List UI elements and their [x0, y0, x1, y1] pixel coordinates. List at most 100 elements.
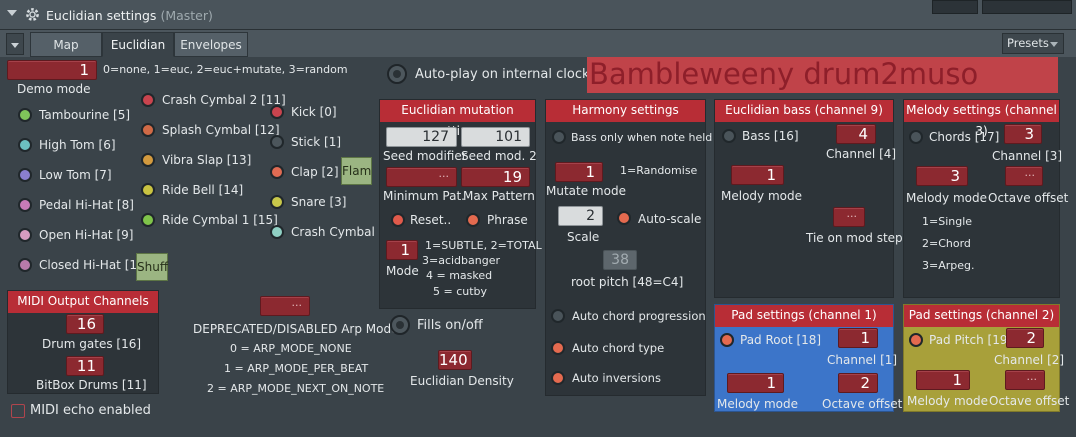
- midi-output-header: MIDI Output Channels: [8, 291, 158, 313]
- window-control[interactable]: [932, 0, 978, 14]
- mode-description: 5 = cutby: [433, 285, 488, 298]
- instrument-led[interactable]: [270, 225, 284, 239]
- menu-dropdown-button[interactable]: [6, 33, 24, 55]
- auto-inversions-led[interactable]: [551, 371, 565, 385]
- instrument-led[interactable]: [18, 168, 32, 182]
- pad2-melody-mode-field[interactable]: 1: [916, 370, 970, 390]
- instrument-label: Crash Cymbal 1: [291, 225, 387, 239]
- mode-description: 3=acidbanger: [422, 254, 501, 267]
- bass-led[interactable]: [722, 129, 736, 143]
- auto-scale-led[interactable]: [617, 211, 631, 225]
- melody-mode-label: Melody mode: [906, 191, 987, 205]
- pad1-octave-field[interactable]: 2: [838, 373, 878, 393]
- density-field[interactable]: 140: [438, 350, 472, 370]
- scale-label: Scale: [567, 230, 600, 244]
- pad2-octave-field[interactable]: ···: [1005, 370, 1045, 390]
- pad-root-led[interactable]: [720, 333, 734, 347]
- tab-euclidian[interactable]: Euclidian: [102, 32, 174, 57]
- instrument-led[interactable]: [141, 183, 155, 197]
- tab-map[interactable]: Map: [30, 32, 102, 57]
- tab-envelopes[interactable]: Envelopes: [174, 32, 248, 57]
- bass-melody-mode-field[interactable]: 1: [731, 165, 784, 185]
- bass-channel-field[interactable]: 4: [836, 124, 876, 144]
- bitbox-drums-field[interactable]: 11: [66, 356, 104, 376]
- demo-mode-label: Demo mode: [17, 82, 91, 96]
- instrument-led[interactable]: [141, 93, 155, 107]
- bass-header: Euclidian bass (channel 9): [715, 100, 893, 122]
- collapse-chevron-icon[interactable]: [7, 10, 17, 16]
- instrument-led[interactable]: [18, 228, 32, 242]
- instrument-led[interactable]: [18, 108, 32, 122]
- shuff-button[interactable]: Shuff: [136, 253, 168, 281]
- pad2-channel-field[interactable]: 2: [1006, 328, 1044, 348]
- instrument-label: Ride Bell [14]: [162, 183, 244, 197]
- mutate-mode-field[interactable]: 1: [555, 162, 603, 182]
- instrument-led[interactable]: [18, 258, 32, 272]
- instrument-led[interactable]: [141, 153, 155, 167]
- melody-mode-option: 2=Chord: [922, 237, 971, 250]
- flam-button[interactable]: Flam: [341, 157, 372, 185]
- auto-chord-type-led[interactable]: [551, 341, 565, 355]
- title-bar: Euclidian settings (Master): [0, 0, 1076, 30]
- fills-label: Fills on/off: [417, 318, 483, 333]
- instrument-led[interactable]: [270, 165, 284, 179]
- root-pitch-field[interactable]: 38: [603, 250, 637, 270]
- instrument-label: Splash Cymbal [12]: [162, 123, 280, 137]
- pad1-octave-label: Octave offset: [822, 397, 903, 411]
- mode-field[interactable]: 1: [386, 240, 418, 260]
- presets-dropdown[interactable]: Presets: [1002, 33, 1064, 54]
- phrase-led[interactable]: [466, 213, 480, 227]
- melody-mode-field[interactable]: 3: [916, 166, 968, 186]
- instrument-led[interactable]: [18, 198, 32, 212]
- seed-modifier-field[interactable]: 127: [386, 127, 457, 147]
- melody-channel-field[interactable]: 3: [1004, 124, 1042, 144]
- drum-gates-field[interactable]: 16: [66, 314, 104, 334]
- pad1-header: Pad settings (channel 1): [715, 305, 893, 327]
- window-control[interactable]: [982, 0, 1072, 14]
- instrument-led[interactable]: [270, 105, 284, 119]
- seed-mod-2-label: Seed mod. 2: [461, 149, 537, 163]
- harmony-header: Harmony settings: [546, 100, 705, 122]
- mutation-header: Euclidian mutation settings: [380, 100, 535, 138]
- arp-mode-field[interactable]: ···: [260, 296, 310, 316]
- chords-led[interactable]: [909, 130, 923, 144]
- seed-mod-2-field[interactable]: 101: [461, 127, 530, 147]
- reset-led[interactable]: [391, 213, 405, 227]
- demo-mode-field[interactable]: 1: [7, 60, 97, 80]
- minimum-pattern-field[interactable]: ···: [386, 167, 457, 187]
- fills-toggle[interactable]: [390, 315, 410, 335]
- scale-field[interactable]: 2: [558, 206, 603, 226]
- melody-octave-field[interactable]: ···: [1005, 166, 1043, 186]
- autoplay-toggle[interactable]: [387, 64, 407, 84]
- tie-on-mod-step-field[interactable]: ···: [833, 207, 865, 227]
- instrument-label: Crash Cymbal 2 [11]: [162, 93, 286, 107]
- instrument-led[interactable]: [141, 213, 155, 227]
- auto-chord-type-label: Auto chord type: [572, 341, 665, 355]
- pad-pitch-led[interactable]: [909, 333, 923, 347]
- instrument-led[interactable]: [270, 135, 284, 149]
- mode-description: 1=SUBTLE, 2=TOTAL: [425, 239, 542, 252]
- instrument-led[interactable]: [141, 123, 155, 137]
- arp-mode-title: DEPRECATED/DISABLED Arp Mode: [193, 322, 399, 336]
- minimum-pattern-label: Minimum Pat.: [383, 189, 465, 203]
- bass-only-label: Bass only when note held: [571, 131, 713, 144]
- instrument-led[interactable]: [270, 195, 284, 209]
- bass-only-led[interactable]: [552, 130, 566, 144]
- midi-echo-label: MIDI echo enabled: [30, 403, 151, 418]
- pad1-melody-mode-field[interactable]: 1: [727, 373, 784, 393]
- instrument-label: Vibra Slap [13]: [162, 153, 252, 167]
- window-title: Euclidian settings (Master): [46, 8, 213, 23]
- gear-icon[interactable]: [24, 6, 41, 23]
- instrument-led[interactable]: [18, 138, 32, 152]
- max-pattern-field[interactable]: 19: [461, 167, 530, 187]
- chords-label: Chords [17]: [929, 130, 1000, 144]
- melody-mode-option: 3=Arpeg.: [922, 259, 975, 272]
- bass-channel-label: Channel [4]: [826, 147, 897, 161]
- melody-octave-label: Octave offset: [988, 191, 1069, 205]
- auto-chord-progression-led[interactable]: [551, 309, 565, 323]
- pad1-channel-field[interactable]: 1: [838, 328, 878, 348]
- midi-echo-checkbox[interactable]: [11, 404, 25, 418]
- instrument-label: Pedal Hi-Hat [8]: [39, 198, 134, 212]
- max-pattern-label: Max Pattern: [463, 189, 535, 203]
- arp-mode-option: 1 = ARP_MODE_PER_BEAT: [224, 362, 369, 375]
